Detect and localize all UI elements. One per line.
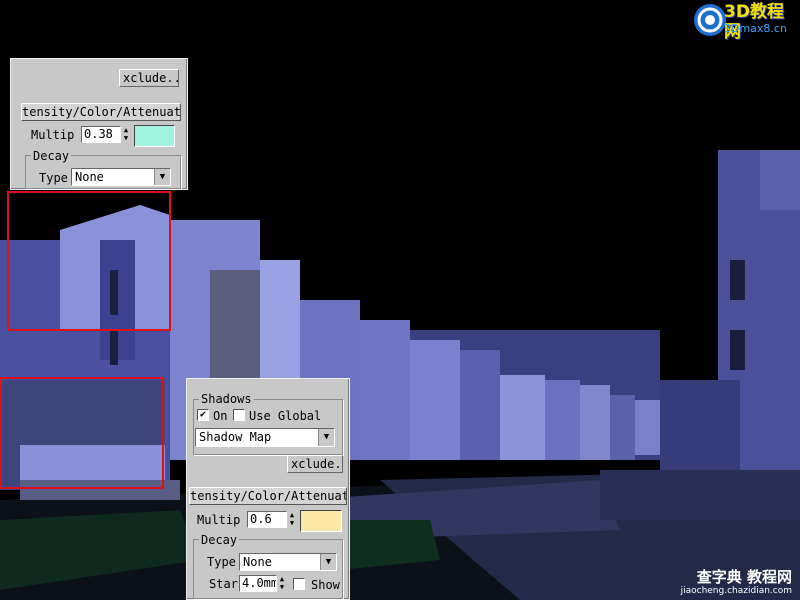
- start-spinner[interactable]: 4.0mm: [239, 575, 277, 592]
- intensity-rollout-header-top[interactable]: tensity/Color/Attenuati: [21, 103, 181, 121]
- light-parameters-panel-bottom: Shadows ✔ On Use Global Shadow Map ▼ xclu…: [186, 378, 350, 600]
- multiplier-spinner-top[interactable]: 0.38: [81, 126, 121, 143]
- shadows-group-label: Shadows: [199, 392, 254, 406]
- type-label-top: Type: [39, 171, 68, 185]
- site-logo: 3D教程网 3Dmax8.cn: [692, 2, 798, 42]
- shadow-type-dropdown[interactable]: Shadow Map ▼: [195, 428, 335, 447]
- watermark: 查字典 教程网 jiaocheng.chazidian.com: [666, 568, 796, 598]
- start-spinner-arrows[interactable]: ▲ ▼: [277, 575, 287, 592]
- logo-sub-text: 3Dmax8.cn: [724, 22, 787, 35]
- color-swatch-bottom[interactable]: [300, 510, 342, 532]
- chevron-down-icon: ▼: [154, 169, 170, 185]
- decay-type-dropdown-bottom[interactable]: None ▼: [239, 553, 337, 571]
- show-checkbox[interactable]: [293, 578, 305, 590]
- multiplier-spinner-bottom[interactable]: 0.6: [247, 511, 287, 528]
- shadows-on-label: On: [213, 409, 228, 423]
- shadows-on-checkbox[interactable]: ✔: [197, 409, 209, 421]
- decay-group-label-top: Decay: [31, 149, 72, 163]
- multiplier-label-bottom: Multip: [197, 513, 241, 527]
- logo-emblem-icon: [694, 4, 726, 36]
- chevron-down-icon: ▼: [318, 429, 334, 446]
- type-label-bottom: Type: [207, 555, 236, 569]
- watermark-main-text: 查字典 教程网: [696, 568, 792, 586]
- exclude-button-bottom[interactable]: xclude..: [287, 455, 343, 473]
- light-parameters-panel-top: xclude.. tensity/Color/Attenuati Multip …: [10, 58, 188, 190]
- decay-group-label-bottom: Decay: [199, 533, 240, 547]
- watermark-sub-text: jiaocheng.chazidian.com: [680, 586, 792, 596]
- show-label: Show: [311, 578, 340, 592]
- intensity-rollout-header-bottom[interactable]: tensity/Color/Attenuati: [189, 487, 347, 505]
- multiplier-label-top: Multip: [31, 128, 75, 142]
- multiplier-spinner-arrows-top[interactable]: ▲ ▼: [121, 126, 131, 143]
- start-label: Star: [209, 577, 238, 591]
- exclude-button-top[interactable]: xclude..: [119, 69, 179, 87]
- color-swatch-top[interactable]: [134, 125, 175, 147]
- decay-type-dropdown-top[interactable]: None ▼: [71, 168, 171, 186]
- use-global-label: Use Global: [249, 409, 322, 423]
- multiplier-spinner-arrows-bottom[interactable]: ▲ ▼: [287, 511, 297, 528]
- use-global-checkbox[interactable]: [233, 409, 245, 421]
- chevron-down-icon: ▼: [320, 554, 336, 570]
